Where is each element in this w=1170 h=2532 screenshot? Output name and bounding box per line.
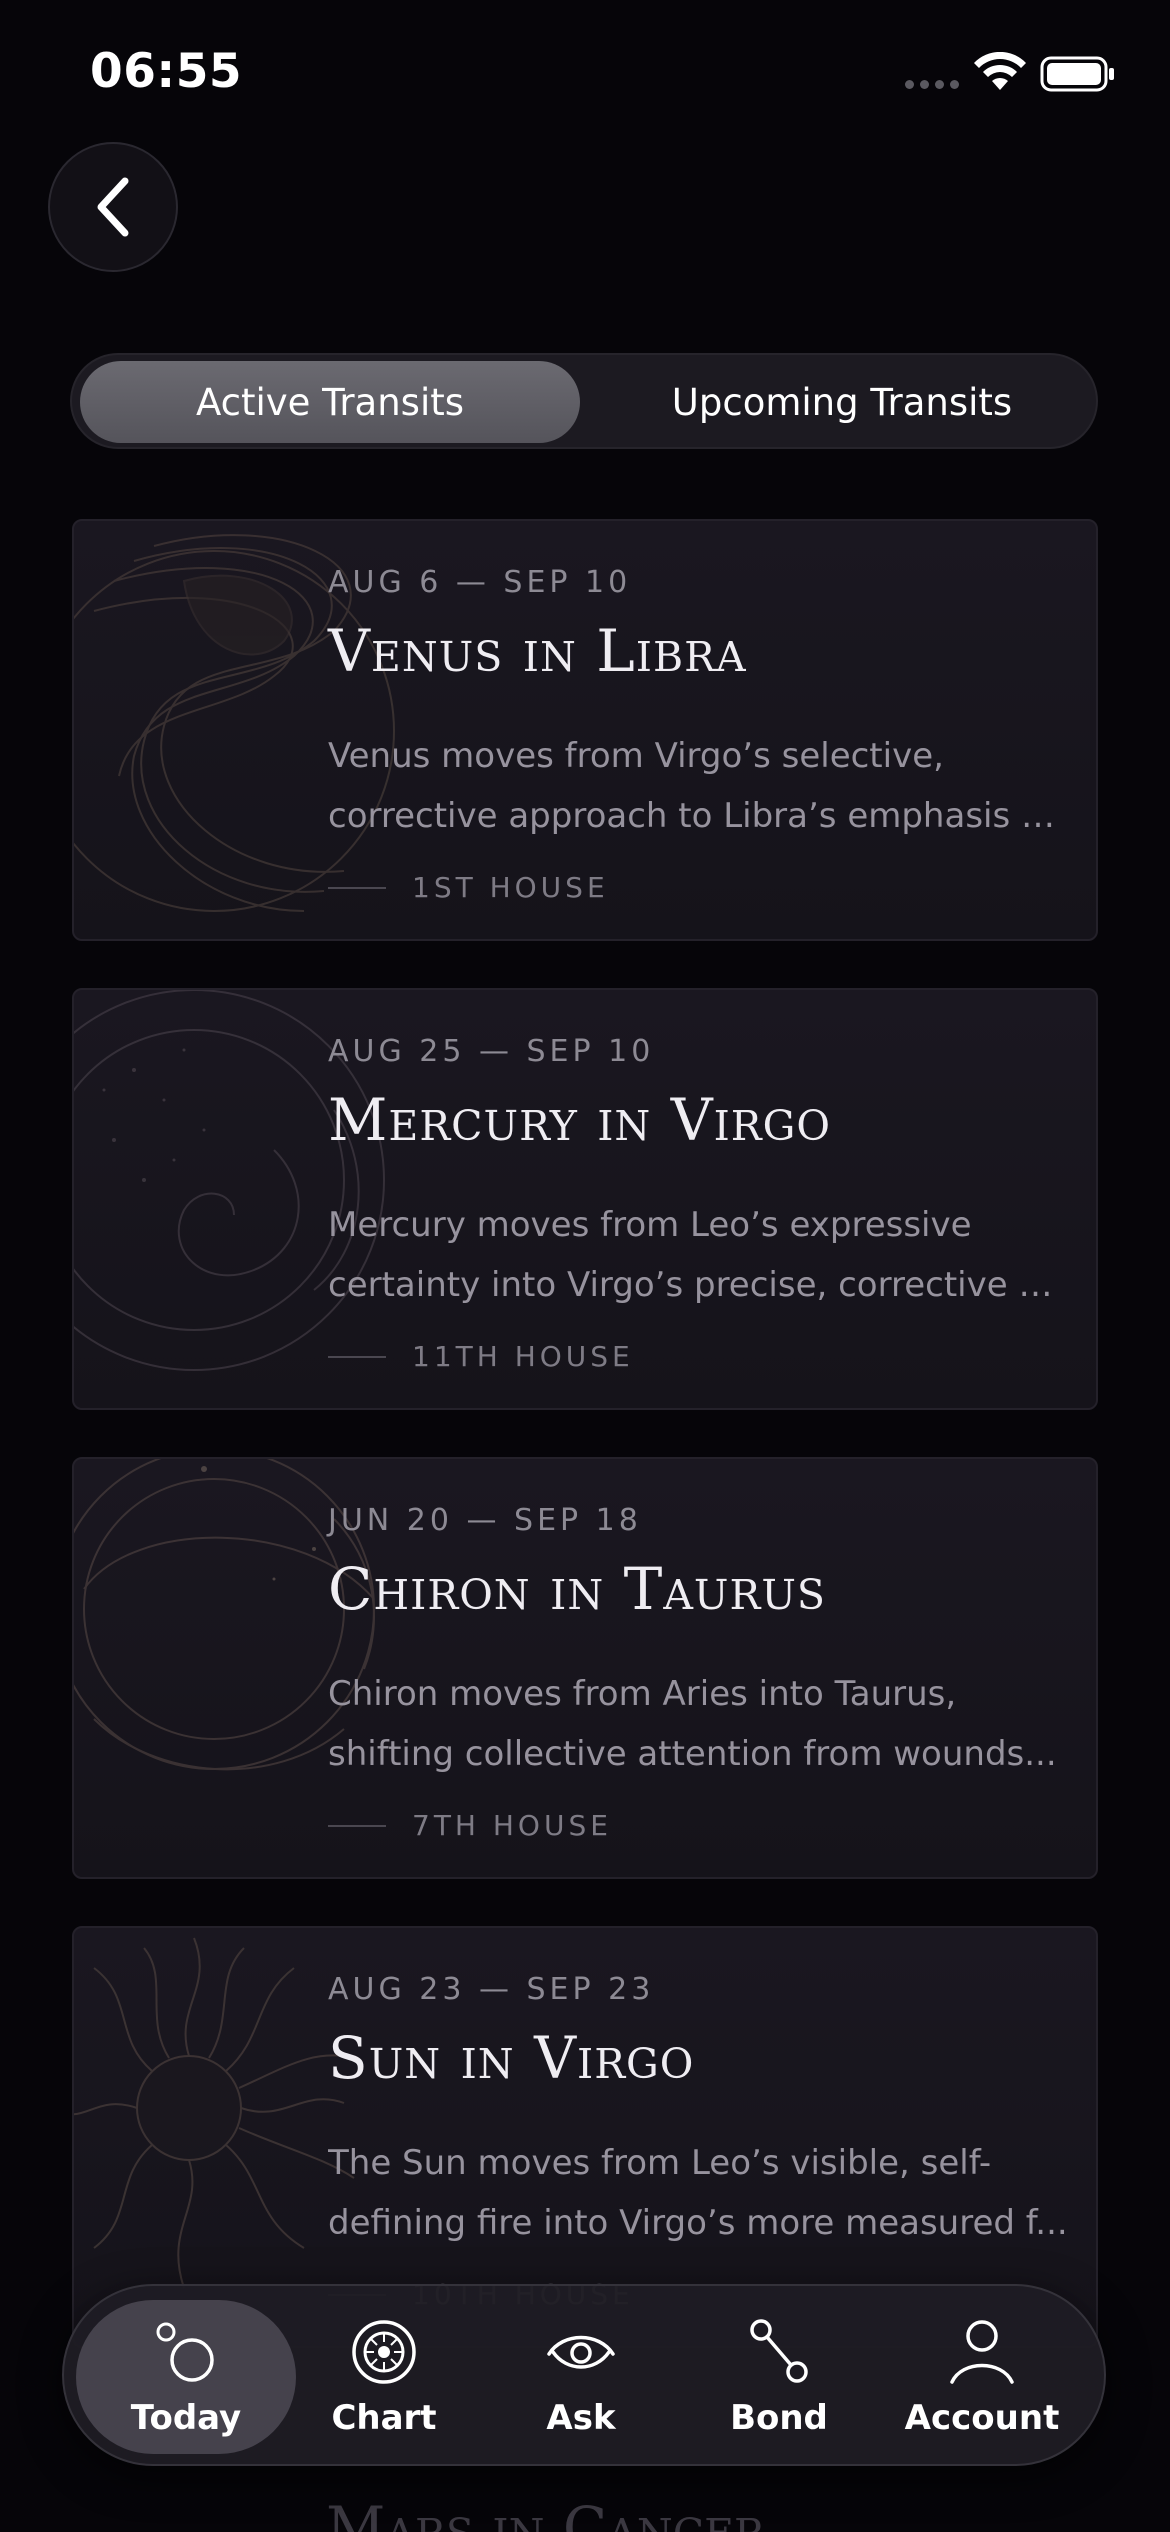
eye-icon (547, 2335, 615, 2369)
divider (328, 886, 386, 889)
transit-card-mercury[interactable]: AUG 25 — SEP 10 Mercury in Virgo Mercury… (72, 988, 1098, 1410)
transit-title: Sun in Virgo (328, 2024, 695, 2092)
tab-active-transits[interactable]: Active Transits (80, 361, 580, 443)
house-label: 7TH HOUSE (412, 1809, 612, 1842)
house-label: 11TH HOUSE (412, 1340, 634, 1373)
chevron-left-icon (97, 177, 129, 237)
transit-dates: AUG 6 — SEP 10 (328, 565, 632, 600)
tab-account[interactable]: Account (872, 2300, 1092, 2454)
status-time: 06:55 (90, 44, 243, 99)
transit-dates: AUG 23 — SEP 23 (328, 1972, 655, 2007)
transit-card-venus[interactable]: AUG 6 — SEP 10 Venus in Libra Venus move… (72, 519, 1098, 941)
tab-account-label: Account (904, 2398, 1060, 2438)
transit-house: 7TH HOUSE (328, 1809, 612, 1842)
transit-description-line: The Sun moves from Leo’s visible, self- (328, 2143, 992, 2183)
transit-dates: AUG 25 — SEP 10 (328, 1034, 655, 1069)
transit-card-mars-peek: Mars in Cancer (326, 2494, 765, 2532)
account-person-icon (950, 2320, 1014, 2384)
transit-description-line: certainty into Virgo’s precise, correcti… (328, 1265, 1068, 1305)
tab-ask[interactable]: Ask (471, 2300, 691, 2454)
house-label: 1ST HOUSE (412, 871, 609, 904)
transit-title: Chiron in Taurus (328, 1555, 826, 1623)
transit-description: Chiron moves from Aries into Taurus, shi… (328, 1664, 1068, 1784)
transit-title: Mercury in Virgo (328, 1086, 832, 1154)
transit-description-line: Chiron moves from Aries into Taurus, (328, 1674, 957, 1714)
tab-bond-label: Bond (730, 2398, 828, 2438)
transit-house: 1ST HOUSE (328, 871, 609, 904)
transit-title: Venus in Libra (328, 617, 747, 685)
signal-icon (905, 80, 959, 89)
tab-chart-label: Chart (331, 2398, 437, 2438)
divider (328, 1355, 386, 1358)
divider (328, 1824, 386, 1827)
transit-description-line: shifting collective attention from wound… (328, 1734, 1057, 1774)
transit-description: Venus moves from Virgo’s selective, corr… (328, 726, 1068, 846)
bond-link-icon (750, 2319, 808, 2383)
status-bar: 06:55 (0, 0, 1170, 150)
tab-today[interactable]: Today (76, 2300, 296, 2454)
battery-icon (1040, 56, 1114, 92)
transit-dates: JUN 20 — SEP 18 (328, 1503, 642, 1538)
transit-description-line: Venus moves from Virgo’s selective, (328, 736, 944, 776)
bottom-tab-bar: Today Chart Ask Bond Account (62, 2284, 1106, 2466)
tab-bond[interactable]: Bond (669, 2300, 889, 2454)
transit-description: The Sun moves from Leo’s visible, self- … (328, 2133, 1068, 2253)
transit-description-line: corrective approach to Libra’s emphasis … (328, 796, 1068, 836)
transit-description: Mercury moves from Leo’s expressive cert… (328, 1195, 1068, 1315)
transit-segmented-control: Active Transits Upcoming Transits (70, 353, 1098, 449)
transit-house: 11TH HOUSE (328, 1340, 634, 1373)
back-button[interactable] (48, 142, 178, 272)
chart-wheel-icon (352, 2320, 416, 2384)
transit-description-line: defining fire into Virgo’s more measured… (328, 2203, 1068, 2243)
wifi-icon (974, 52, 1026, 90)
today-orbs-icon (156, 2322, 214, 2382)
transit-card-chiron[interactable]: JUN 20 — SEP 18 Chiron in Taurus Chiron … (72, 1457, 1098, 1879)
tab-upcoming-transits[interactable]: Upcoming Transits (592, 361, 1092, 443)
tab-ask-label: Ask (546, 2398, 616, 2438)
tab-chart[interactable]: Chart (274, 2300, 494, 2454)
tab-today-label: Today (130, 2398, 242, 2438)
transit-description-line: Mercury moves from Leo’s expressive (328, 1205, 972, 1245)
